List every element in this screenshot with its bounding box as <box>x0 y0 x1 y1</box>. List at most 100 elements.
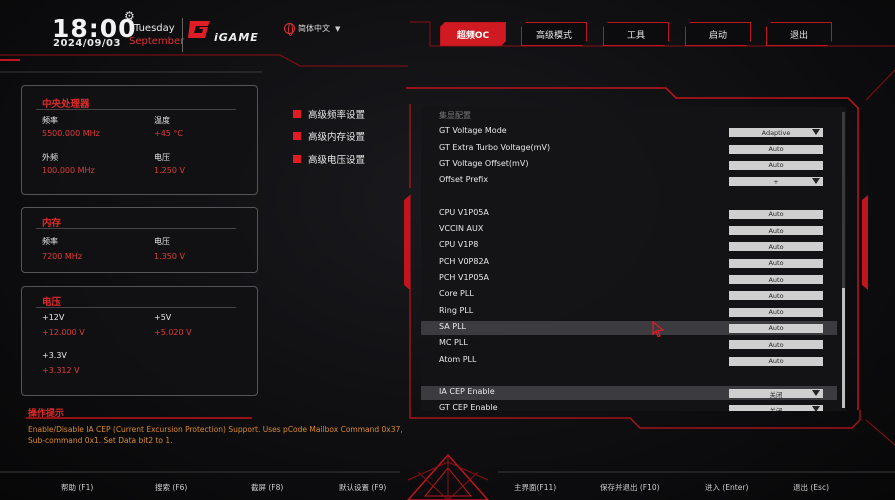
setting-label: CPU V1P05A <box>439 207 489 217</box>
submenu-advanced-memory[interactable]: 高级内存设置 <box>293 129 365 143</box>
setting-value-field[interactable]: Auto <box>729 291 823 301</box>
top-nav: 超频OC 高级模式 工具 启动 退出 <box>0 22 895 46</box>
submenu-advanced-frequency[interactable]: 高级频率设置 <box>293 107 365 121</box>
setting-dropdown[interactable]: 关闭 <box>729 405 823 411</box>
footer-main[interactable]: 主界面(F11) <box>514 482 556 493</box>
dropdown-arrow-icon <box>812 390 820 397</box>
submenu-label: 高级频率设置 <box>308 110 366 121</box>
setting-value-field[interactable]: Auto <box>729 226 823 236</box>
setting-value: Auto <box>768 259 784 268</box>
footer-help[interactable]: 帮助 (F1) <box>61 482 93 493</box>
settings-list: 集显配置 GT Voltage Mode Adaptive GT Extra Turb… <box>421 107 846 411</box>
cpu-title-divider <box>36 109 236 110</box>
setting-value-field[interactable]: Auto <box>729 209 823 219</box>
setting-label: PCH V1P05A <box>439 273 490 282</box>
setting-row[interactable]: Ring PLL Auto <box>421 305 837 319</box>
setting-row[interactable]: GT CEP Enable 关闭 <box>421 402 837 411</box>
setting-label: Offset Prefix <box>439 175 489 185</box>
memory-freq-label: 频率 <box>42 237 58 246</box>
tab-advanced[interactable]: 高级模式 <box>521 22 587 46</box>
setting-label: Atom PLL <box>439 354 477 364</box>
dropdown-arrow-icon <box>812 129 820 136</box>
setting-value-field[interactable]: Auto <box>729 323 823 333</box>
gear-icon[interactable]: ⚙ <box>124 9 135 23</box>
footer-exit[interactable]: 退出 (Esc) <box>793 482 829 493</box>
voltage-title-divider <box>36 307 236 308</box>
cpu-freq-value: 5500.000 MHz <box>42 129 100 138</box>
setting-value-field[interactable]: Auto <box>729 160 823 170</box>
voltage-panel-title: 电压 <box>42 297 62 308</box>
submenu-advanced-voltage[interactable]: 高级电压设置 <box>293 152 365 166</box>
setting-row[interactable]: PCH V0P82A Auto <box>421 256 837 270</box>
setting-row[interactable]: GT Extra Turbo Voltage(mV) Auto <box>421 142 837 156</box>
footer-screenshot[interactable]: 截屏 (F8) <box>251 482 283 493</box>
scrollbar-thumb[interactable] <box>842 288 845 408</box>
bios-screen: 18:00 2024/09/03 ⚙ Tuesday September iGA… <box>0 0 895 500</box>
setting-value-field[interactable]: Auto <box>729 356 823 366</box>
setting-value-field[interactable]: Auto <box>729 144 823 154</box>
setting-row[interactable]: Atom PLL Auto <box>421 354 837 368</box>
tab-boot[interactable]: 启动 <box>685 22 751 46</box>
setting-row[interactable]: SA PLL Auto <box>421 320 837 335</box>
tab-overclock[interactable]: 超频OC <box>440 22 506 46</box>
memory-title-divider <box>36 228 236 229</box>
memory-volt-label: 电压 <box>154 237 170 246</box>
setting-label: PCH V0P82A <box>439 256 490 266</box>
setting-row[interactable]: CPU V1P05A Auto <box>421 207 837 221</box>
setting-label: GT Voltage Offset(mV) <box>439 158 529 168</box>
setting-label: GT Voltage Mode <box>439 126 507 136</box>
setting-value: Auto <box>768 145 784 154</box>
setting-dropdown[interactable]: Adaptive <box>729 128 823 138</box>
setting-label: 集显配置 <box>439 111 471 120</box>
setting-value: Auto <box>768 210 784 219</box>
setting-row[interactable]: Offset Prefix + <box>421 174 837 188</box>
v33-value: +3.312 V <box>42 366 80 375</box>
setting-value: Auto <box>768 242 784 251</box>
setting-dropdown[interactable]: 关闭 <box>729 389 823 399</box>
setting-value: Auto <box>768 324 784 333</box>
setting-row[interactable]: Core PLL Auto <box>421 288 837 302</box>
setting-value-field[interactable]: Auto <box>729 340 823 350</box>
setting-row[interactable]: 集显配置 <box>421 109 837 123</box>
setting-value-field[interactable]: Auto <box>729 307 823 317</box>
setting-value: Auto <box>768 291 784 300</box>
footer-enter[interactable]: 进入 (Enter) <box>705 482 748 493</box>
dropdown-arrow-icon <box>812 178 820 185</box>
help-title: 操作提示 <box>28 409 65 419</box>
setting-row[interactable]: GT Voltage Offset(mV) Auto <box>421 158 837 172</box>
setting-value: Auto <box>768 275 784 284</box>
v5-value: +5.020 V <box>154 328 192 337</box>
setting-row[interactable]: MC PLL Auto <box>421 337 837 351</box>
footer-save-exit[interactable]: 保存并退出 (F10) <box>600 482 660 493</box>
setting-value-field[interactable]: Auto <box>729 275 823 284</box>
setting-label: MC PLL <box>439 338 468 348</box>
memory-volt-value: 1.350 V <box>154 252 185 261</box>
setting-dropdown[interactable]: + <box>729 177 823 187</box>
cpu-bclk-value: 100.000 MHz <box>42 166 95 175</box>
setting-row[interactable]: VCCIN AUX Auto <box>421 223 837 237</box>
setting-value: 关闭 <box>769 406 783 411</box>
setting-label: SA PLL <box>439 321 466 331</box>
setting-row[interactable]: CPU V1P8 Auto <box>421 239 837 253</box>
tab-tools[interactable]: 工具 <box>603 22 669 46</box>
cpu-volt-value: 1.250 V <box>154 166 185 175</box>
setting-label: Ring PLL <box>439 305 474 315</box>
setting-value: Auto <box>768 226 784 235</box>
setting-label: IA CEP Enable <box>439 387 495 397</box>
setting-label: GT CEP Enable <box>439 403 498 411</box>
footer-search[interactable]: 搜索 (F6) <box>155 482 187 493</box>
v5-label: +5V <box>154 313 172 322</box>
cpu-temp-label: 温度 <box>154 116 170 125</box>
setting-value-field[interactable]: Auto <box>729 258 823 268</box>
setting-row[interactable]: IA CEP Enable 关闭 <box>421 386 837 401</box>
v33-label: +3.3V <box>42 351 67 360</box>
memory-panel-title: 内存 <box>42 218 62 229</box>
setting-row[interactable]: GT Voltage Mode Adaptive <box>421 125 837 139</box>
memory-freq-value: 7200 MHz <box>42 252 83 261</box>
setting-value-field[interactable]: Auto <box>729 242 823 252</box>
cpu-panel-title: 中央处理器 <box>42 99 90 110</box>
setting-row[interactable]: PCH V1P05A Auto <box>421 272 837 286</box>
cpu-temp-value: +45 °C <box>154 129 184 138</box>
footer-defaults[interactable]: 默认设置 (F9) <box>339 482 386 493</box>
tab-exit[interactable]: 退出 <box>766 22 832 46</box>
